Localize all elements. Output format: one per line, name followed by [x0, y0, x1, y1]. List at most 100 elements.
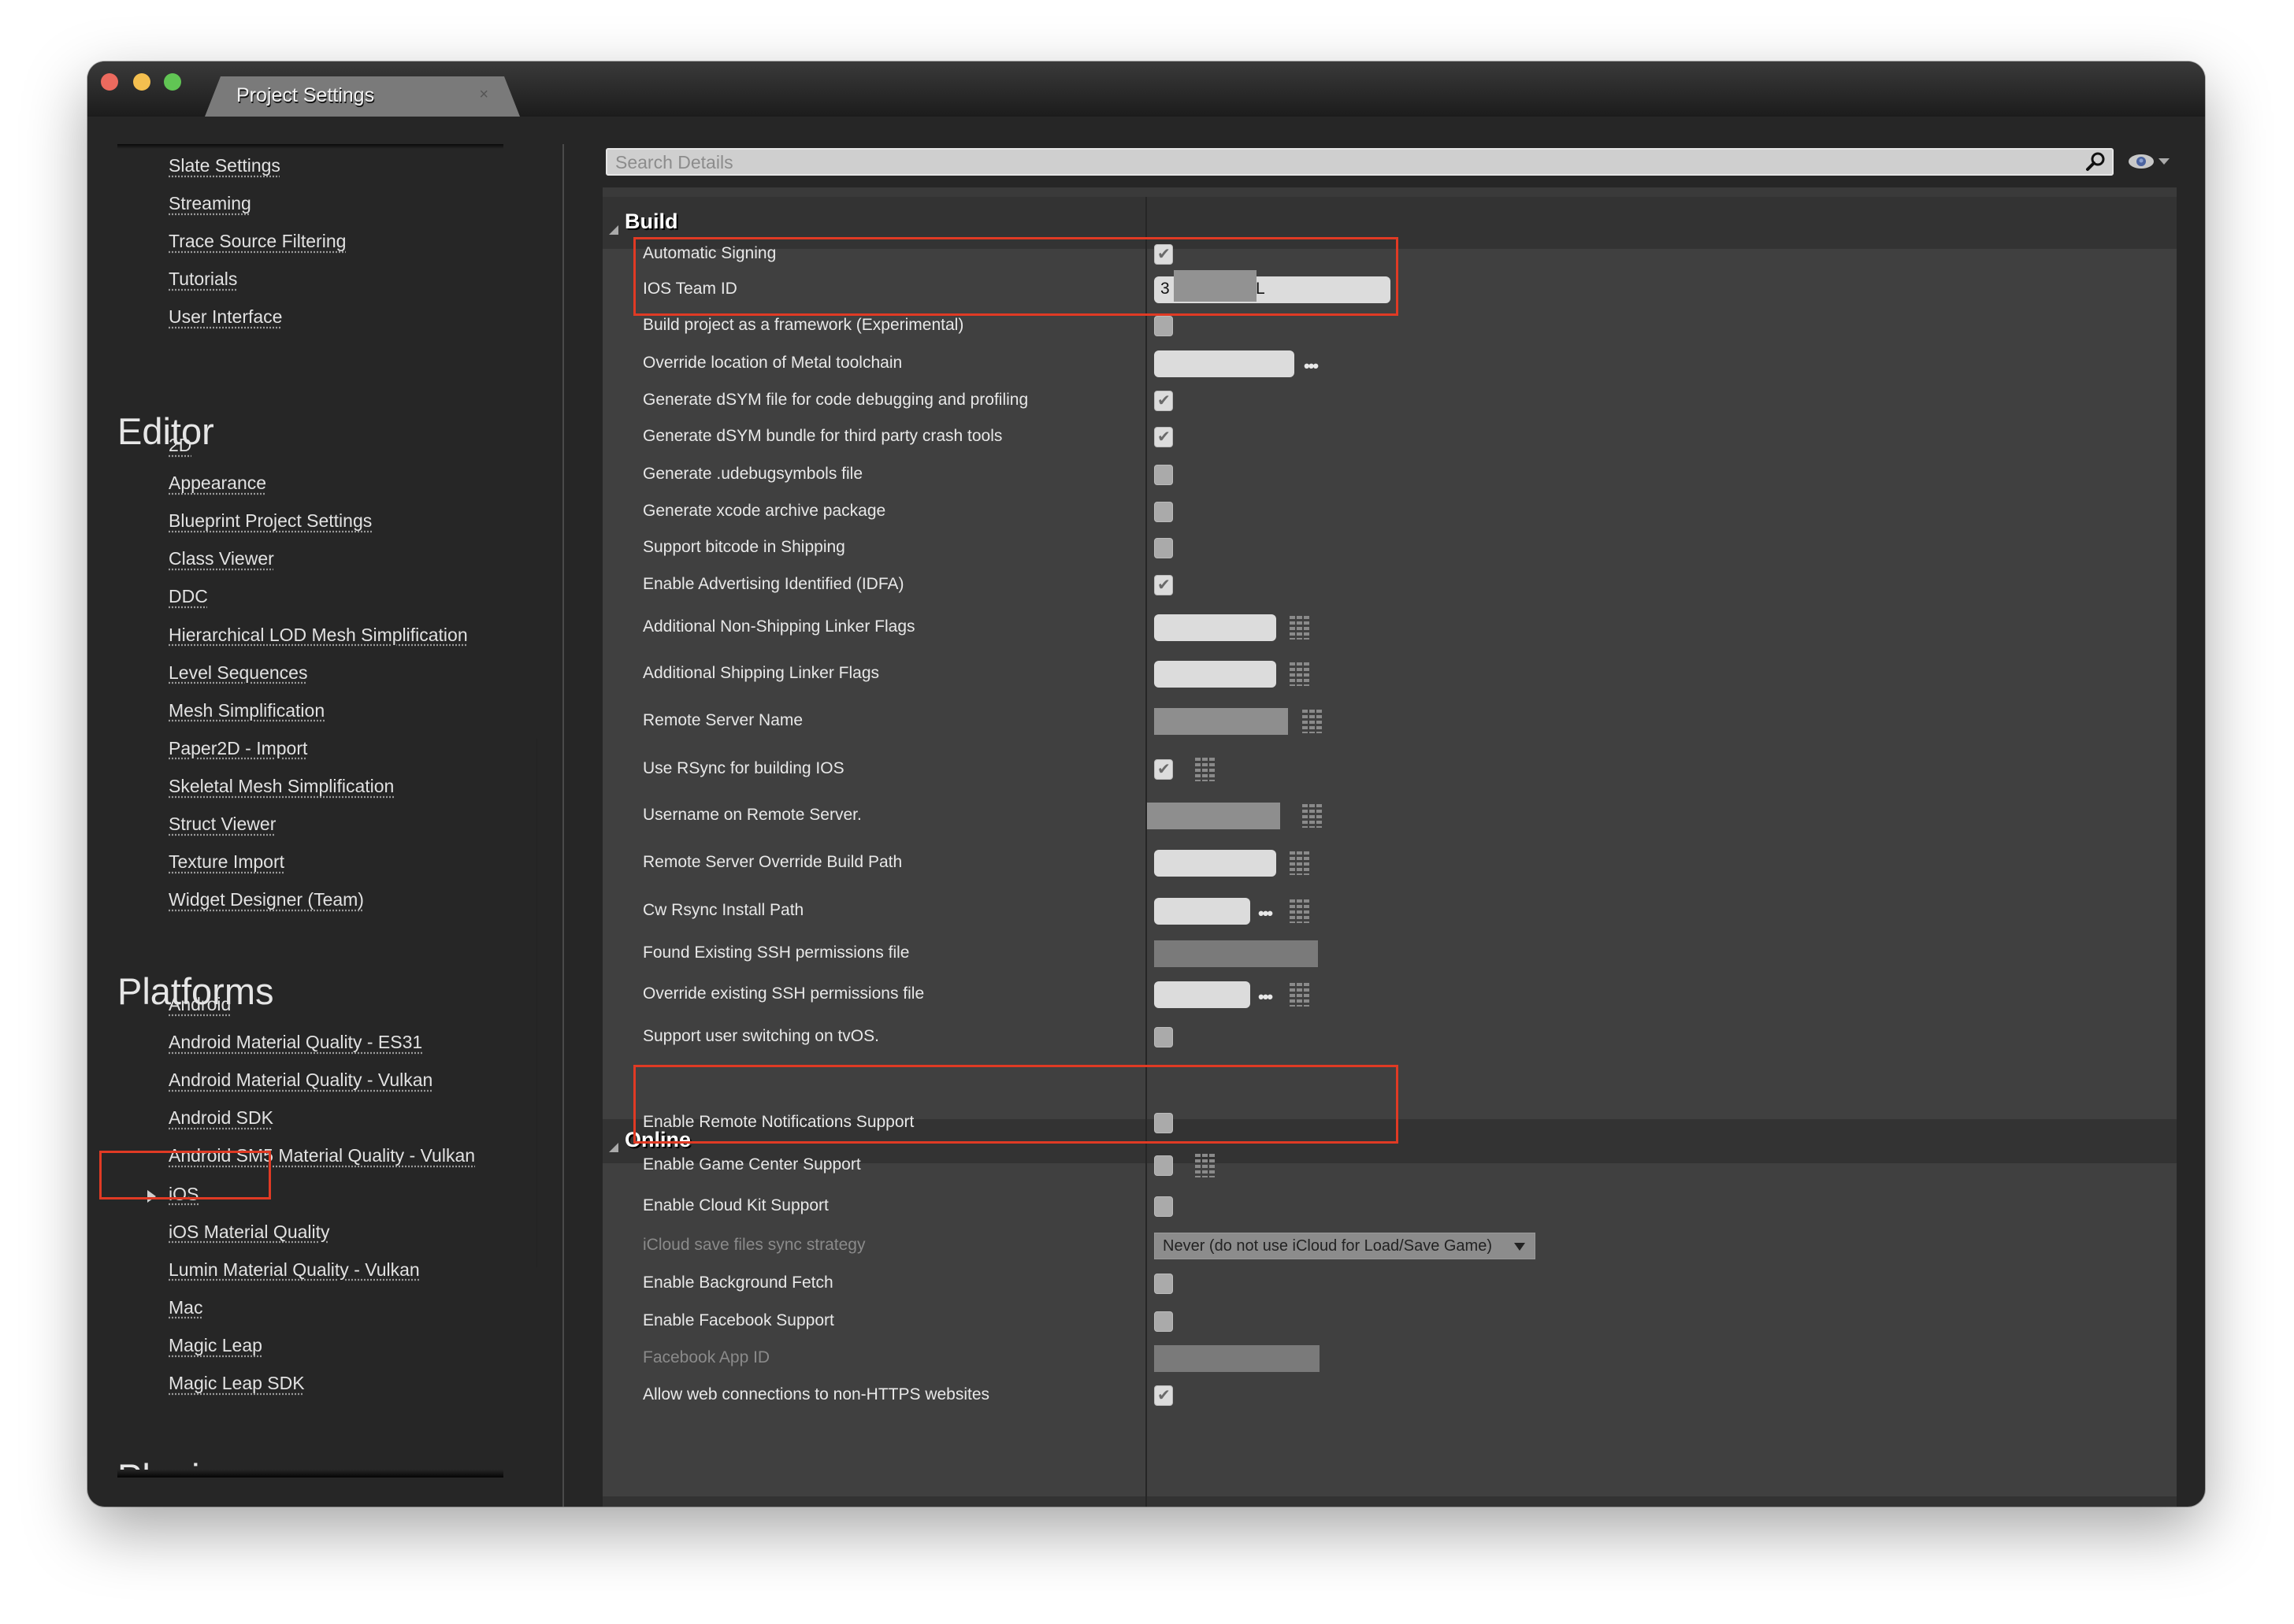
enable-cloud-kit-support-checkbox[interactable] — [1154, 1196, 1173, 1217]
search-details-input[interactable]: Search Details — [606, 148, 2114, 176]
generate-dsym-bundle-for-third-party-crash-tools-checkbox[interactable] — [1154, 427, 1173, 447]
property-row-remote-server-name: Remote Server Name — [603, 706, 2177, 737]
sidebar-item-paper2d-import[interactable]: Paper2D - Import — [169, 738, 307, 759]
property-label: Enable Advertising Identified (IDFA) — [643, 575, 904, 593]
sidebar-item-tutorials[interactable]: Tutorials — [169, 269, 237, 290]
settings-sidebar: Slate Settings Streaming Trace Source Filt… — [117, 144, 537, 1478]
generate-xcode-archive-package-checkbox[interactable] — [1154, 502, 1173, 522]
search-icon[interactable] — [2085, 151, 2106, 172]
remote-server-override-build-path-input[interactable] — [1154, 850, 1276, 877]
property-label: Additional Shipping Linker Flags — [643, 664, 880, 682]
support-user-switching-on-tvos-checkbox[interactable] — [1154, 1027, 1173, 1047]
sidebar-scrollbar-thumb[interactable] — [536, 739, 537, 1267]
property-label: Build project as a framework (Experiment… — [643, 316, 964, 334]
generate-udebugsymbols-file-checkbox[interactable] — [1154, 465, 1173, 485]
property-row-additional-shipping-linker-flags: Additional Shipping Linker Flags — [603, 658, 2177, 690]
sidebar-item-magic-leap-sdk[interactable]: Magic Leap SDK — [169, 1373, 305, 1394]
override-location-of-metal-toolchain-input[interactable] — [1154, 350, 1294, 377]
sidebar-item-lumin-material-quality-vulkan[interactable]: Lumin Material Quality - Vulkan — [169, 1259, 420, 1281]
browse-ellipsis-button[interactable]: ••• — [1258, 903, 1273, 924]
sidebar-item-ios-material-quality[interactable]: iOS Material Quality — [169, 1222, 330, 1243]
sidebar-item-struct-viewer[interactable]: Struct Viewer — [169, 814, 276, 835]
allow-web-connections-to-non-https-websites-checkbox[interactable] — [1154, 1385, 1173, 1406]
sidebar-item-class-viewer[interactable]: Class Viewer — [169, 548, 274, 569]
sidebar-item-texture-import[interactable]: Texture Import — [169, 851, 284, 873]
array-options-grid-icon[interactable] — [1290, 851, 1310, 875]
browse-ellipsis-button[interactable]: ••• — [1258, 987, 1273, 1007]
sidebar-item-trace-source-filtering[interactable]: Trace Source Filtering — [169, 231, 346, 252]
support-bitcode-in-shipping-checkbox[interactable] — [1154, 538, 1173, 558]
enable-advertising-identified-idfa-checkbox[interactable] — [1154, 575, 1173, 595]
property-label: Facebook App ID — [643, 1348, 770, 1366]
property-label: Enable Facebook Support — [643, 1311, 834, 1329]
property-row-enable-remote-notifications-support: Enable Remote Notifications Support — [603, 1107, 2177, 1139]
enable-facebook-support-checkbox[interactable] — [1154, 1311, 1173, 1332]
array-options-grid-icon[interactable] — [1302, 804, 1323, 828]
sidebar-item-mac[interactable]: Mac — [169, 1297, 202, 1318]
sidebar-item-2d[interactable]: 2D — [169, 435, 191, 456]
panel-splitter[interactable] — [562, 144, 564, 1507]
icloud-save-files-sync-strategy-dropdown[interactable]: Never (do not use iCloud for Load/Save G… — [1154, 1233, 1535, 1259]
sidebar-item-slate-settings[interactable]: Slate Settings — [169, 155, 280, 176]
sidebar-item-hierarchical-lod-mesh-simplification[interactable]: Hierarchical LOD Mesh Simplification — [169, 625, 468, 646]
additional-shipping-linker-flags-input[interactable] — [1154, 661, 1276, 688]
sidebar-item-streaming[interactable]: Streaming — [169, 193, 251, 214]
section-header-extra-plist[interactable]: Extra PList Data — [603, 1499, 2177, 1507]
sidebar-item-mesh-simplification[interactable]: Mesh Simplification — [169, 700, 325, 721]
sidebar-item-android[interactable]: Android — [169, 994, 231, 1015]
enable-remote-notifications-support-checkbox[interactable] — [1154, 1113, 1173, 1133]
array-options-grid-icon[interactable] — [1290, 983, 1310, 1007]
sidebar-item-android-material-quality-vulkan[interactable]: Android Material Quality - Vulkan — [169, 1070, 432, 1091]
sidebar-item-android-sdk[interactable]: Android SDK — [169, 1107, 273, 1129]
additional-non-shipping-linker-flags-input[interactable] — [1154, 614, 1276, 641]
property-row-generate-dsym-bundle-for-third-party-crash-tools: Generate dSYM bundle for third party cra… — [603, 421, 2177, 453]
array-options-grid-icon[interactable] — [1290, 616, 1310, 640]
property-label: Generate .udebugsymbols file — [643, 465, 863, 483]
property-label: Allow web connections to non-HTTPS websi… — [643, 1385, 990, 1403]
property-label: Remote Server Name — [643, 711, 804, 729]
cw-rsync-install-path-input[interactable] — [1154, 898, 1250, 925]
column-splitter[interactable] — [1145, 197, 1147, 1507]
browse-ellipsis-button[interactable]: ••• — [1304, 356, 1319, 376]
sidebar-item-level-sequences[interactable]: Level Sequences — [169, 662, 307, 684]
section-title-build: Build — [625, 209, 678, 233]
array-options-grid-icon[interactable] — [1290, 899, 1310, 923]
property-label: Cw Rsync Install Path — [643, 901, 804, 919]
property-label: Found Existing SSH permissions file — [643, 944, 910, 962]
sidebar-item-blueprint-project-settings[interactable]: Blueprint Project Settings — [169, 510, 372, 532]
sidebar-item-ddc[interactable]: DDC — [169, 586, 208, 607]
username-on-remote-server-input[interactable] — [1146, 803, 1280, 829]
array-options-grid-icon[interactable] — [1290, 662, 1310, 686]
remote-server-name-input[interactable] — [1154, 708, 1288, 735]
property-row-generate-dsym-file-for-code-debugging-and-profiling: Generate dSYM file for code debugging an… — [603, 385, 2177, 417]
sidebar-item-appearance[interactable]: Appearance — [169, 473, 266, 494]
sidebar-item-skeletal-mesh-simplification[interactable]: Skeletal Mesh Simplification — [169, 776, 394, 797]
sidebar-item-ios[interactable]: iOS — [169, 1184, 199, 1205]
array-options-grid-icon[interactable] — [1195, 758, 1216, 781]
enable-background-fetch-checkbox[interactable] — [1154, 1274, 1173, 1294]
property-label: Additional Non-Shipping Linker Flags — [643, 617, 915, 636]
maximize-window-button[interactable] — [164, 73, 181, 91]
sidebar-item-user-interface[interactable]: User Interface — [169, 306, 282, 328]
automatic-signing-checkbox[interactable] — [1154, 244, 1173, 265]
minimize-window-button[interactable] — [133, 73, 150, 91]
sidebar-item-android-sm5-material-quality-vulkan[interactable]: Android SM5 Material Quality - Vulkan — [169, 1145, 475, 1166]
build-project-as-a-framework-experimental-checkbox[interactable] — [1154, 316, 1173, 336]
array-options-grid-icon[interactable] — [1302, 710, 1323, 733]
ios-team-id-input[interactable]: 3L — [1154, 270, 1390, 303]
property-row-enable-advertising-identified-idfa: Enable Advertising Identified (IDFA) — [603, 569, 2177, 601]
override-existing-ssh-permissions-file-input[interactable] — [1154, 981, 1250, 1008]
enable-game-center-support-checkbox[interactable] — [1154, 1155, 1173, 1176]
close-window-button[interactable] — [101, 73, 118, 91]
tab-close-icon[interactable]: × — [479, 86, 488, 104]
generate-dsym-file-for-code-debugging-and-profiling-checkbox[interactable] — [1154, 391, 1173, 411]
sidebar-item-widget-designer-team[interactable]: Widget Designer (Team) — [169, 889, 364, 910]
sidebar-item-magic-leap[interactable]: Magic Leap — [169, 1335, 262, 1356]
visibility-filter-eye-icon[interactable] — [2127, 151, 2171, 172]
selected-arrow-icon — [147, 1189, 156, 1203]
tab-project-settings[interactable]: Project Settings × — [205, 76, 520, 117]
sidebar-item-android-material-quality-es31[interactable]: Android Material Quality - ES31 — [169, 1032, 422, 1053]
use-rsync-for-building-ios-checkbox[interactable] — [1154, 759, 1173, 780]
array-options-grid-icon[interactable] — [1195, 1154, 1216, 1177]
section-title-extra-plist: Extra PList Data — [625, 1504, 788, 1507]
